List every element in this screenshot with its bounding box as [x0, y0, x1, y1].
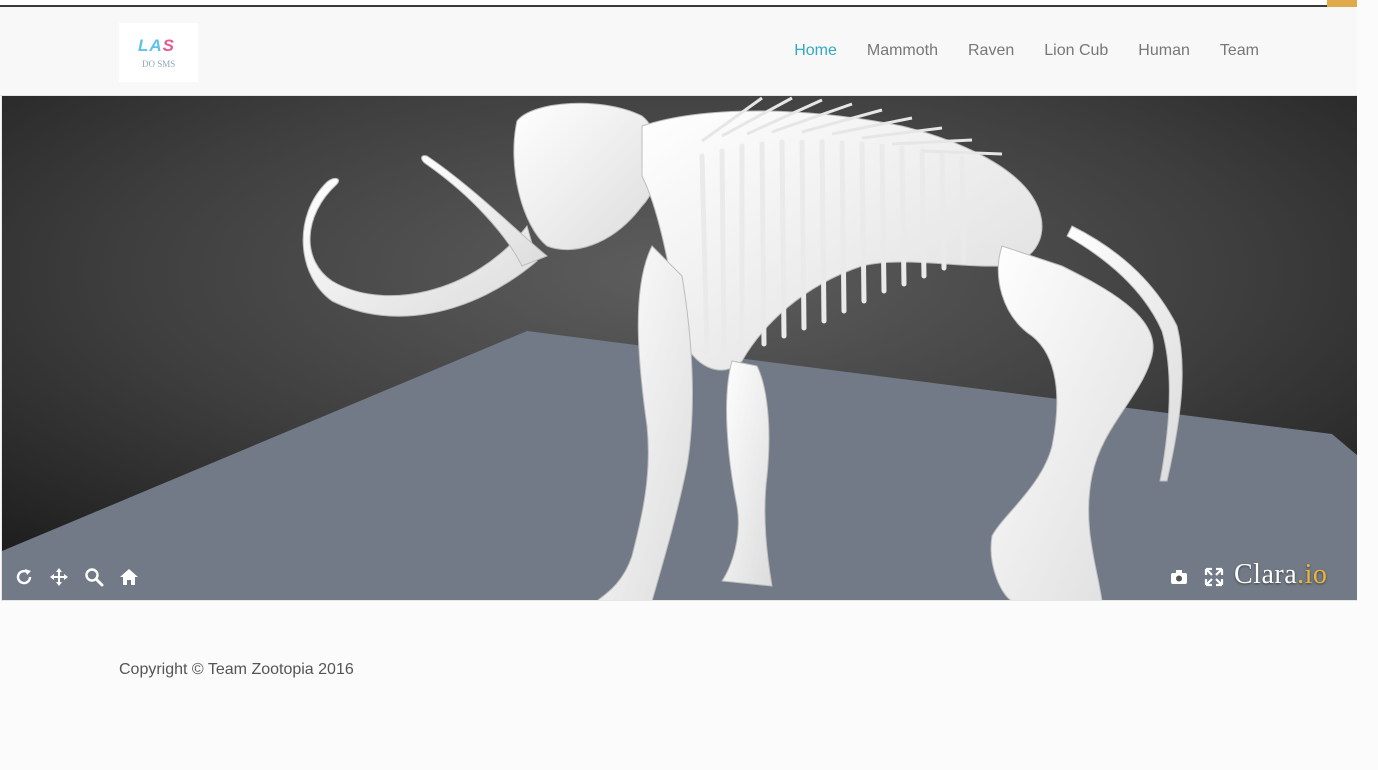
nav-human[interactable]: Human: [1138, 42, 1190, 60]
clara-io-brand[interactable]: Clara.io: [1234, 559, 1327, 591]
nav-team[interactable]: Team: [1220, 42, 1259, 60]
logo-mark: LAS: [138, 36, 176, 55]
site-logo[interactable]: LAS DO SMS: [119, 23, 198, 82]
fullscreen-icon[interactable]: [1203, 566, 1225, 588]
nav-lion-cub[interactable]: Lion Cub: [1044, 42, 1108, 60]
footer-copyright: Copyright © Team Zootopia 2016: [119, 661, 354, 678]
home-icon[interactable]: [118, 566, 140, 588]
rotate-icon[interactable]: [13, 566, 35, 588]
main-nav: Home Mammoth Raven Lion Cub Human Team: [794, 7, 1259, 95]
page-right-gutter: [1357, 96, 1378, 770]
zoom-icon[interactable]: [83, 566, 105, 588]
nav-raven[interactable]: Raven: [968, 42, 1014, 60]
window-top-bar: [0, 0, 1357, 7]
top-highlight: [1327, 0, 1357, 7]
3d-viewer[interactable]: Clara.io: [1, 96, 1357, 601]
camera-icon[interactable]: [1168, 566, 1190, 588]
nav-home[interactable]: Home: [794, 42, 837, 60]
mammoth-skeleton-scene[interactable]: [2, 96, 1357, 601]
navbar: LAS DO SMS Home Mammoth Raven Lion Cub H…: [0, 7, 1357, 96]
nav-mammoth[interactable]: Mammoth: [867, 42, 938, 60]
logo-subtitle: DO SMS: [142, 59, 176, 69]
pan-icon[interactable]: [48, 566, 70, 588]
